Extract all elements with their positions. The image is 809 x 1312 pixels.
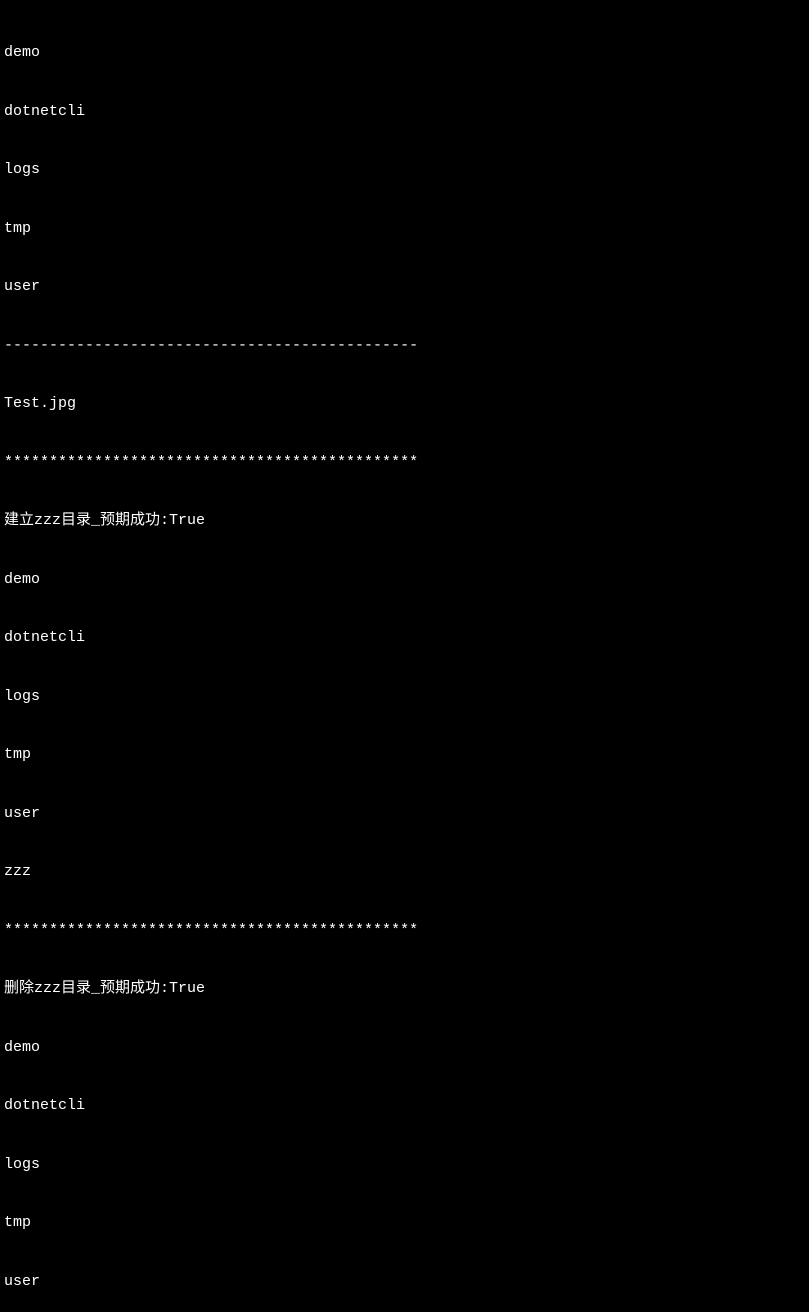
status-line: 建立zzz目录_预期成功:True xyxy=(4,511,805,531)
output-line: demo xyxy=(4,1038,805,1058)
output-line: user xyxy=(4,1272,805,1292)
output-line: user xyxy=(4,277,805,297)
output-line: dotnetcli xyxy=(4,102,805,122)
status-line: 删除zzz目录_预期成功:True xyxy=(4,979,805,999)
output-line: user xyxy=(4,804,805,824)
output-line: zzz xyxy=(4,862,805,882)
separator-line: ****************************************… xyxy=(4,921,805,941)
output-line: dotnetcli xyxy=(4,628,805,648)
output-line: tmp xyxy=(4,219,805,239)
output-line: dotnetcli xyxy=(4,1096,805,1116)
output-line: Test.jpg xyxy=(4,394,805,414)
terminal-output: demo dotnetcli logs tmp user -----------… xyxy=(4,4,805,1312)
output-line: logs xyxy=(4,1155,805,1175)
output-line: demo xyxy=(4,43,805,63)
output-line: tmp xyxy=(4,745,805,765)
separator-line: ----------------------------------------… xyxy=(4,336,805,356)
output-line: logs xyxy=(4,160,805,180)
output-line: tmp xyxy=(4,1213,805,1233)
separator-line: ****************************************… xyxy=(4,453,805,473)
output-line: demo xyxy=(4,570,805,590)
output-line: logs xyxy=(4,687,805,707)
